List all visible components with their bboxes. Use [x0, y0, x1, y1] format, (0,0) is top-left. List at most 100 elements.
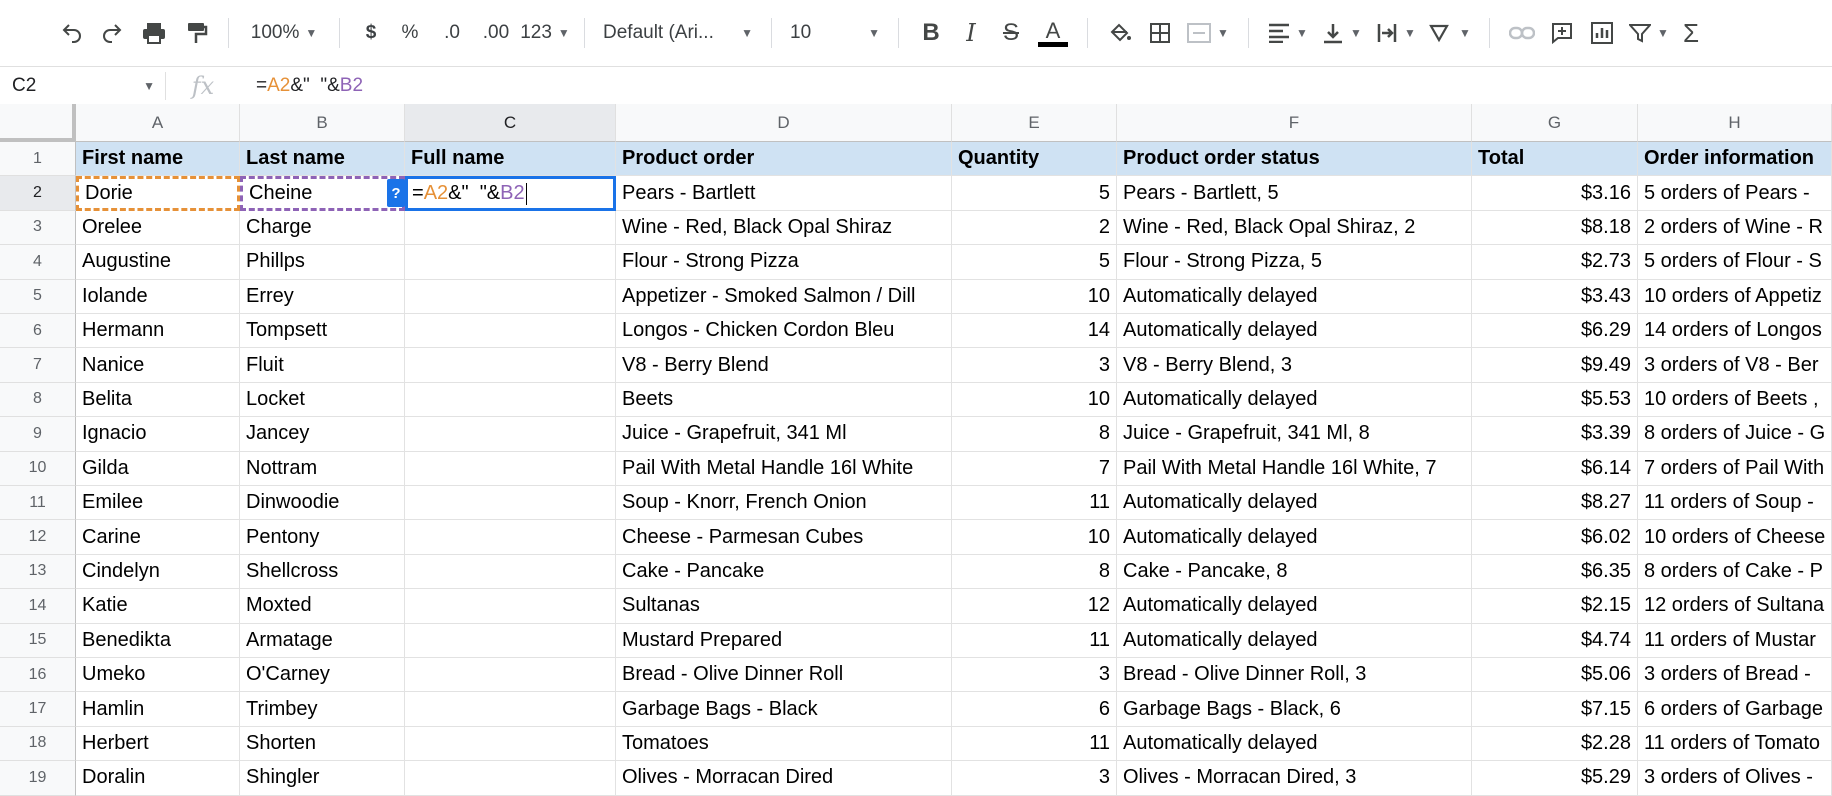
cell-c18[interactable] — [405, 726, 616, 762]
cell-a8[interactable]: Belita — [76, 382, 240, 418]
cell-e9[interactable]: 8 — [952, 417, 1117, 452]
cell-b7[interactable]: Fluit — [240, 348, 405, 383]
cell-h11[interactable]: 11 orders of Soup - — [1638, 486, 1832, 521]
cell-h3[interactable]: 2 orders of Wine - R — [1638, 210, 1832, 246]
header-cell-e[interactable]: Quantity — [952, 142, 1117, 177]
cell-f3[interactable]: Wine - Red, Black Opal Shiraz, 2 — [1117, 210, 1472, 246]
cell-c19[interactable] — [405, 761, 616, 796]
text-wrapping-icon[interactable]: ▼ — [1369, 13, 1423, 53]
insert-comment-icon[interactable] — [1542, 13, 1582, 53]
cell-e16[interactable]: 3 — [952, 658, 1117, 693]
cell-a3[interactable]: Orelee — [76, 210, 240, 246]
cell-g18[interactable]: $2.28 — [1472, 726, 1638, 762]
header-cell-d[interactable]: Product order — [616, 142, 952, 177]
header-cell-c[interactable]: Full name — [405, 142, 616, 177]
row-header-14[interactable]: 14 — [0, 589, 76, 624]
cell-b9[interactable]: Jancey — [240, 417, 405, 452]
cell-d8[interactable]: Beets — [616, 382, 952, 418]
row-header-11[interactable]: 11 — [0, 486, 76, 521]
row-header-13[interactable]: 13 — [0, 554, 76, 590]
cell-h14[interactable]: 12 orders of Sultana — [1638, 589, 1832, 624]
cell-b15[interactable]: Armatage — [240, 623, 405, 658]
column-header-f[interactable]: F — [1117, 104, 1472, 142]
row-header-17[interactable]: 17 — [0, 692, 76, 727]
row-header-5[interactable]: 5 — [0, 279, 76, 314]
cell-h4[interactable]: 5 orders of Flour - S — [1638, 245, 1832, 280]
cell-c6[interactable] — [405, 314, 616, 349]
cell-f14[interactable]: Automatically delayed — [1117, 589, 1472, 624]
column-header-a[interactable]: A — [76, 104, 240, 142]
cell-c14[interactable] — [405, 589, 616, 624]
cell-e15[interactable]: 11 — [952, 623, 1117, 658]
cell-b14[interactable]: Moxted — [240, 589, 405, 624]
cell-g10[interactable]: $6.14 — [1472, 451, 1638, 486]
functions-icon[interactable]: Σ — [1676, 13, 1706, 53]
cell-g3[interactable]: $8.18 — [1472, 210, 1638, 246]
text-rotation-icon[interactable]: ▼ — [1423, 13, 1477, 53]
column-header-h[interactable]: H — [1638, 104, 1832, 142]
cell-a19[interactable]: Doralin — [76, 761, 240, 796]
cell-f10[interactable]: Pail With Metal Handle 16l White, 7 — [1117, 451, 1472, 486]
increase-decimal-button[interactable]: .00 — [474, 13, 518, 53]
cell-g9[interactable]: $3.39 — [1472, 417, 1638, 452]
row-header-8[interactable]: 8 — [0, 382, 76, 418]
cell-a5[interactable]: Iolande — [76, 279, 240, 314]
cell-h15[interactable]: 11 orders of Mustar — [1638, 623, 1832, 658]
cell-h6[interactable]: 14 orders of Longos — [1638, 314, 1832, 349]
row-header-9[interactable]: 9 — [0, 417, 76, 452]
cell-g11[interactable]: $8.27 — [1472, 486, 1638, 521]
cell-a18[interactable]: Herbert — [76, 726, 240, 762]
cell-f19[interactable]: Olives - Morracan Dired, 3 — [1117, 761, 1472, 796]
italic-icon[interactable]: I — [951, 13, 991, 53]
cell-e18[interactable]: 11 — [952, 726, 1117, 762]
row-header-4[interactable]: 4 — [0, 245, 76, 280]
cell-g19[interactable]: $5.29 — [1472, 761, 1638, 796]
cell-c3[interactable] — [405, 210, 616, 246]
cell-b11[interactable]: Dinwoodie — [240, 486, 405, 521]
cell-d3[interactable]: Wine - Red, Black Opal Shiraz — [616, 210, 952, 246]
cell-a10[interactable]: Gilda — [76, 451, 240, 486]
cell-e8[interactable]: 10 — [952, 382, 1117, 418]
row-header-18[interactable]: 18 — [0, 726, 76, 762]
cell-e13[interactable]: 8 — [952, 554, 1117, 590]
cell-g7[interactable]: $9.49 — [1472, 348, 1638, 383]
cell-f4[interactable]: Flour - Strong Pizza, 5 — [1117, 245, 1472, 280]
row-header-15[interactable]: 15 — [0, 623, 76, 658]
cell-b19[interactable]: Shingler — [240, 761, 405, 796]
row-header-6[interactable]: 6 — [0, 314, 76, 349]
header-cell-h[interactable]: Order information — [1638, 142, 1832, 177]
cell-f12[interactable]: Automatically delayed — [1117, 520, 1472, 555]
cell-d15[interactable]: Mustard Prepared — [616, 623, 952, 658]
cell-b17[interactable]: Trimbey — [240, 692, 405, 727]
cell-c12[interactable] — [405, 520, 616, 555]
more-formats-button[interactable]: 123 ▼ — [518, 13, 572, 53]
cell-d18[interactable]: Tomatoes — [616, 726, 952, 762]
row-header-7[interactable]: 7 — [0, 348, 76, 383]
cell-f16[interactable]: Bread - Olive Dinner Roll, 3 — [1117, 658, 1472, 693]
borders-icon[interactable] — [1140, 13, 1180, 53]
cell-e2[interactable]: 5 — [952, 176, 1117, 211]
cell-c17[interactable] — [405, 692, 616, 727]
cell-d5[interactable]: Appetizer - Smoked Salmon / Dill — [616, 279, 952, 314]
link-icon[interactable] — [1502, 13, 1542, 53]
cell-b16[interactable]: O'Carney — [240, 658, 405, 693]
cell-b18[interactable]: Shorten — [240, 726, 405, 762]
cell-e17[interactable]: 6 — [952, 692, 1117, 727]
cell-f2[interactable]: Pears - Bartlett, 5 — [1117, 176, 1472, 211]
cell-g17[interactable]: $7.15 — [1472, 692, 1638, 727]
cell-a2[interactable]: Dorie — [76, 176, 240, 211]
cell-h13[interactable]: 8 orders of Cake - P — [1638, 554, 1832, 590]
cell-g5[interactable]: $3.43 — [1472, 279, 1638, 314]
cell-d17[interactable]: Garbage Bags - Black — [616, 692, 952, 727]
cell-d19[interactable]: Olives - Morracan Dired — [616, 761, 952, 796]
row-header-3[interactable]: 3 — [0, 210, 76, 246]
paint-format-icon[interactable] — [176, 13, 216, 53]
cell-e3[interactable]: 2 — [952, 210, 1117, 246]
cell-g2[interactable]: $3.16 — [1472, 176, 1638, 211]
font-family-select[interactable]: Default (Ari... ▼ — [597, 13, 759, 53]
column-header-b[interactable]: B — [240, 104, 405, 142]
cell-e5[interactable]: 10 — [952, 279, 1117, 314]
cell-h9[interactable]: 8 orders of Juice - G — [1638, 417, 1832, 452]
cell-b3[interactable]: Charge — [240, 210, 405, 246]
cell-f15[interactable]: Automatically delayed — [1117, 623, 1472, 658]
